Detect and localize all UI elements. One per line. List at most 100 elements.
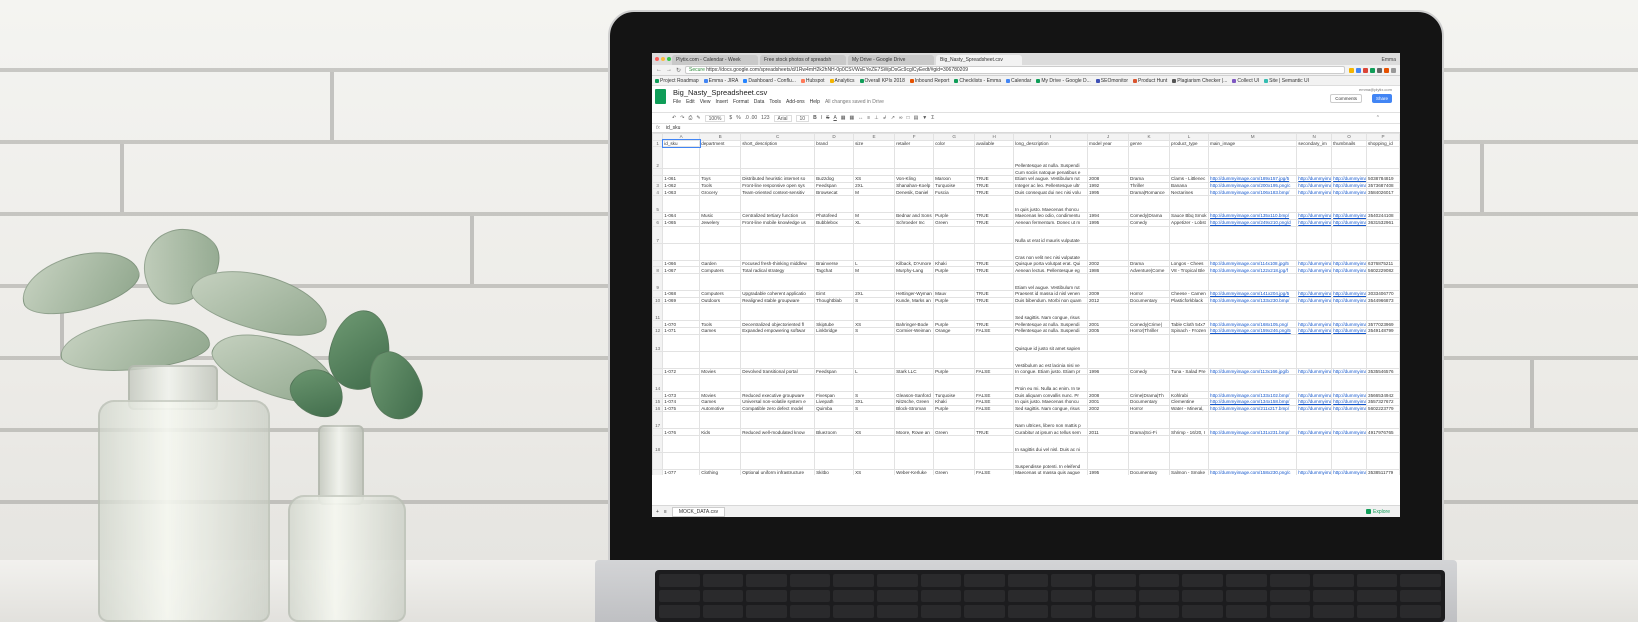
cell[interactable]: Adventure|Come (1128, 266, 1171, 274)
cell[interactable]: http://dummyima (1331, 367, 1368, 376)
cell[interactable]: http://dummyima (1296, 404, 1333, 413)
cell[interactable]: Integer ac leo. Pellentesque ultr (1013, 181, 1088, 190)
extension-icon[interactable] (1356, 67, 1361, 73)
cell[interactable]: Salmon - Smoke (1169, 469, 1210, 475)
merge-icon[interactable]: ↔ (858, 115, 863, 121)
cell[interactable]: Expanded empowering softwar (740, 326, 816, 335)
cell[interactable]: M (853, 266, 896, 274)
row-number[interactable] (652, 320, 664, 328)
row-number[interactable]: 11 (652, 303, 664, 322)
add-sheet-icon[interactable]: + (656, 509, 659, 515)
cell[interactable]: Toys (699, 175, 742, 183)
cell[interactable]: Cum sociis natoque penatibus e (1013, 168, 1088, 177)
borders-icon[interactable]: ▦ (850, 115, 855, 121)
cell[interactable]: 1-067 (662, 266, 701, 274)
cell[interactable] (974, 195, 1015, 214)
bookmark-item[interactable]: Plagiarism Checker |... (1172, 78, 1227, 84)
cell[interactable]: FALSE (974, 367, 1015, 376)
cell[interactable]: Games (699, 326, 742, 335)
cell[interactable]: Kids (699, 428, 742, 437)
cell[interactable]: Aenean lectus. Pellentesque eg (1013, 266, 1088, 274)
bookmark-item[interactable]: Site | Semantic UI (1264, 78, 1309, 84)
cell[interactable] (1128, 350, 1171, 369)
cell[interactable]: 1-072 (662, 367, 701, 376)
cell[interactable] (933, 242, 976, 261)
cell[interactable]: 1-073 (662, 391, 701, 399)
menu-item-edit[interactable]: Edit (686, 99, 695, 105)
cell[interactable] (1086, 452, 1130, 471)
cell[interactable]: V8 - Tropical Ble (1169, 266, 1210, 274)
header-cell[interactable]: model year (1086, 139, 1130, 148)
column-header[interactable]: I (1013, 133, 1088, 141)
cell[interactable] (1086, 333, 1130, 352)
cell[interactable] (853, 452, 896, 471)
cell[interactable] (1366, 374, 1400, 393)
cell[interactable]: 1-075 (662, 404, 701, 413)
cell[interactable]: http://dummyima (1296, 181, 1333, 190)
cell[interactable]: Livepath (814, 398, 855, 406)
cell[interactable]: http://dummyima (1296, 218, 1333, 227)
cell[interactable]: Green (933, 218, 976, 227)
cell[interactable]: Khaki (933, 259, 976, 268)
cell[interactable]: http://dummyimage.com/133x102.bmp/ (1208, 391, 1298, 399)
header-cell[interactable]: department (699, 139, 742, 148)
cell[interactable]: Longos - Chees (1169, 259, 1210, 268)
cell[interactable] (1169, 350, 1210, 369)
save-status[interactable]: All changes saved in Drive (825, 99, 884, 105)
cell[interactable]: Feedspan (814, 367, 855, 376)
cell[interactable]: Skiptube (814, 320, 855, 328)
row-number[interactable]: 18 (652, 435, 664, 454)
cell[interactable] (740, 225, 816, 244)
cell[interactable]: Reduced executive groupware (740, 391, 816, 399)
cell[interactable]: http://dummyimage.com/135x110.bmp/ (1208, 212, 1298, 220)
cell[interactable]: FALSE (974, 404, 1015, 413)
cell[interactable] (662, 333, 701, 352)
cell[interactable]: In quis justo. Maecenas rhoncu (1013, 195, 1088, 214)
cell[interactable] (894, 195, 935, 214)
cell[interactable]: 6376875211 (1366, 259, 1400, 268)
cell[interactable] (933, 435, 976, 454)
cell[interactable]: http://dummyima (1296, 296, 1333, 305)
cell[interactable]: http://dummyima (1296, 469, 1333, 475)
cell[interactable]: http://dummyimage.com/113x166.jpg/b (1208, 367, 1298, 376)
cell[interactable]: Hettinger-Wyman (894, 289, 935, 298)
cell[interactable] (1169, 303, 1210, 322)
cell[interactable]: 1-064 (662, 212, 701, 220)
cell[interactable]: Realigned stable groupware (740, 296, 816, 305)
cell[interactable]: TRUE (974, 218, 1015, 227)
percent-button[interactable]: % (736, 115, 740, 121)
cell[interactable] (1128, 225, 1171, 244)
cell[interactable]: Nectarines (1169, 188, 1210, 197)
cell[interactable]: 2011 (1086, 428, 1130, 437)
cell[interactable] (699, 350, 742, 369)
cell[interactable] (1208, 242, 1298, 261)
cell[interactable]: 2XL (853, 181, 896, 190)
back-icon[interactable]: ← (656, 67, 662, 73)
cell[interactable] (1086, 272, 1130, 291)
cell[interactable]: 3XL (853, 398, 896, 406)
align-icon[interactable]: ≡ (867, 115, 870, 121)
cell[interactable] (974, 272, 1015, 291)
column-header[interactable]: J (1086, 133, 1130, 141)
cell[interactable] (1128, 411, 1171, 430)
cell[interactable] (933, 452, 976, 471)
cell[interactable]: XS (853, 175, 896, 183)
cell[interactable] (662, 272, 701, 291)
bookmark-item[interactable]: Emma - JIRA (703, 78, 738, 84)
row-number[interactable]: 12 (652, 326, 664, 335)
cell[interactable]: 3573687408 (1366, 181, 1400, 190)
cell[interactable] (662, 374, 701, 393)
cell[interactable] (1208, 350, 1298, 369)
cell[interactable]: Cras non velit nec nisi vulputate (1013, 242, 1088, 261)
cell[interactable]: Stark LLC (894, 367, 935, 376)
cell[interactable]: 2012 (1086, 296, 1130, 305)
cell[interactable]: http://dummyima (1331, 398, 1368, 406)
cell[interactable] (1128, 333, 1171, 352)
cell[interactable]: 4917976765 (1366, 428, 1400, 437)
document-title[interactable]: Big_Nasty_Spreadsheet.csv (673, 88, 767, 97)
cell[interactable] (1128, 452, 1171, 471)
cell[interactable] (853, 272, 896, 291)
cell[interactable]: Clementine (1169, 398, 1210, 406)
cell[interactable]: Pellentesque at nulla. Suspendi (1013, 320, 1088, 328)
cell[interactable]: S (853, 326, 896, 335)
